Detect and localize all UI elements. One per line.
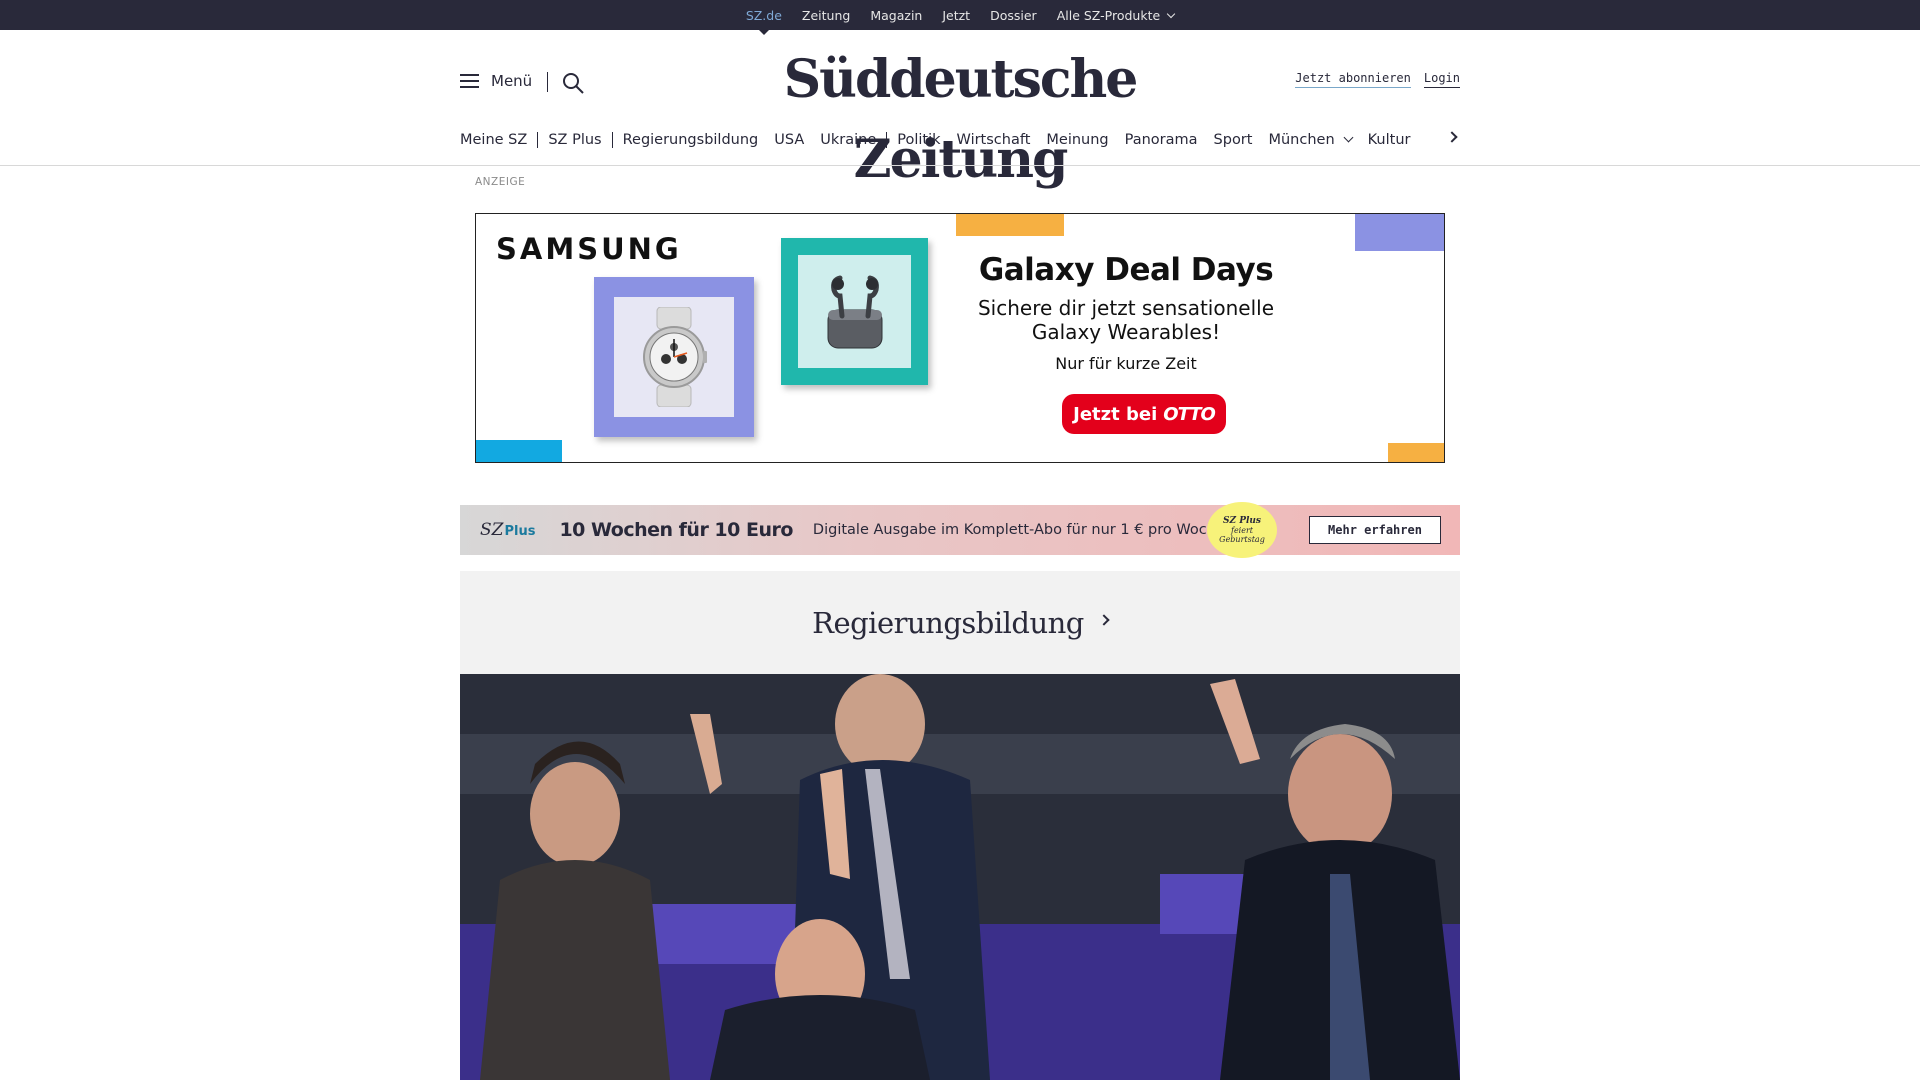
chevron-down-icon: [1166, 9, 1176, 18]
sz-plus-logo-sz: SZ: [480, 520, 504, 540]
hamburger-icon: [460, 74, 479, 88]
chevron-right-icon: [1098, 613, 1110, 626]
section-teaser-title: Regierungsbildung: [812, 605, 1084, 640]
badge-line-2: feiert: [1230, 525, 1254, 535]
nav-item-meine-sz[interactable]: Meine SZ: [460, 132, 527, 148]
nav-item-kultur[interactable]: Kultur: [1368, 132, 1411, 148]
section-nav: Meine SZ SZ Plus Regierungsbildung USA U…: [460, 128, 1426, 152]
earbuds-product-frame: [781, 238, 928, 385]
parliament-vote-photo: [460, 674, 1460, 1080]
samsung-logo: SAMSUNG: [496, 232, 682, 266]
nav-item-wirtschaft[interactable]: Wirtschaft: [957, 132, 1031, 148]
ad-cta-button[interactable]: Jetzt bei OTTO: [1062, 394, 1226, 434]
nav-separator: [537, 132, 539, 148]
nav-item-meinung[interactable]: Meinung: [1046, 132, 1108, 148]
ad-cta-label: Jetzt bei: [1073, 403, 1158, 425]
subscribe-link[interactable]: Jetzt abonnieren: [1295, 71, 1411, 88]
ad-headline: Galaxy Deal Days: [978, 252, 1274, 288]
chevron-down-icon: [1343, 132, 1354, 143]
nav-item-sport[interactable]: Sport: [1214, 132, 1253, 148]
nav-item-sz-plus[interactable]: SZ Plus: [548, 132, 601, 148]
ad-decor-orange-bottom: [1388, 443, 1444, 462]
nav-divider: [0, 165, 1920, 166]
site-logo[interactable]: Süddeutsche Zeitung: [718, 40, 1202, 190]
ad-label: ANZEIGE: [475, 176, 526, 188]
menu-label: Menü: [491, 72, 533, 90]
otto-logo: OTTO: [1163, 403, 1216, 425]
chevron-right-icon: [1446, 131, 1458, 143]
nav-item-muenchen-label: München: [1268, 132, 1335, 148]
mehr-erfahren-button[interactable]: Mehr erfahren: [1309, 516, 1441, 544]
samsung-ad-banner[interactable]: SAMSUNG Galaxy Deal Days Sichere dir jet…: [475, 213, 1445, 463]
ad-decor-blue-bottom: [476, 440, 562, 462]
search-icon: [563, 73, 584, 94]
nav-item-politik[interactable]: Politik: [897, 132, 940, 148]
topbar-link-sz-de[interactable]: SZ.de: [746, 8, 782, 35]
ad-subheadline: Sichere dir jetzt sensationelle Galaxy W…: [956, 296, 1296, 344]
nav-item-muenchen[interactable]: München: [1268, 132, 1354, 148]
watch-product-frame: [594, 277, 754, 437]
nav-separator: [886, 132, 888, 148]
topbar-link-jetzt[interactable]: Jetzt: [942, 8, 970, 23]
menu-button[interactable]: Menü: [460, 72, 532, 90]
header-divider: [547, 72, 548, 92]
ad-note: Nur für kurze Zeit: [1055, 354, 1197, 373]
sz-plus-logo-plus: Plus: [504, 524, 536, 539]
promo-text: Digitale Ausgabe im Komplett-Abo für nur…: [812, 522, 1230, 538]
ad-sub-line-2: Galaxy Wearables!: [1031, 320, 1221, 344]
earbuds-icon: [827, 275, 882, 348]
sz-plus-logo: SZPlus: [480, 520, 535, 540]
nav-item-usa[interactable]: USA: [774, 132, 804, 148]
nav-item-regierungsbildung[interactable]: Regierungsbildung: [623, 132, 759, 148]
sz-plus-promo-banner[interactable]: SZPlus 10 Wochen für 10 Euro Digitale Au…: [460, 502, 1460, 558]
search-button[interactable]: [561, 71, 585, 95]
nav-scroll-next[interactable]: [1446, 131, 1462, 147]
topbar-link-all-products[interactable]: Alle SZ-Produkte: [1056, 7, 1176, 23]
section-teaser-header[interactable]: Regierungsbildung: [460, 571, 1460, 674]
smartwatch-icon: [643, 307, 707, 407]
topbar-link-dossier[interactable]: Dossier: [990, 8, 1037, 23]
top-bar: SZ.de Zeitung Magazin Jetzt Dossier Alle…: [0, 0, 1920, 35]
ad-decor-purple-top: [1355, 214, 1444, 251]
nav-item-panorama[interactable]: Panorama: [1125, 132, 1198, 148]
account-links: Jetzt abonnieren Login: [1295, 71, 1460, 88]
product-nav: SZ.de Zeitung Magazin Jetzt Dossier Alle…: [0, 0, 1920, 35]
badge-line-3: Geburtstag: [1219, 534, 1265, 544]
nav-separator: [611, 132, 613, 148]
ad-decor-orange-top: [956, 214, 1064, 236]
login-link[interactable]: Login: [1423, 71, 1460, 88]
birthday-badge: SZ Plus feiert Geburtstag: [1207, 502, 1277, 558]
all-products-label: Alle SZ-Produkte: [1056, 7, 1161, 23]
ad-sub-line-1: Sichere dir jetzt sensationelle: [977, 296, 1274, 320]
promo-title: 10 Wochen für 10 Euro: [559, 519, 793, 541]
topbar-link-magazin[interactable]: Magazin: [870, 8, 922, 23]
topbar-link-zeitung[interactable]: Zeitung: [802, 8, 850, 23]
hero-image[interactable]: [460, 674, 1460, 1080]
nav-item-ukraine[interactable]: Ukraine: [820, 132, 876, 148]
badge-line-1: SZ Plus: [1223, 515, 1261, 526]
